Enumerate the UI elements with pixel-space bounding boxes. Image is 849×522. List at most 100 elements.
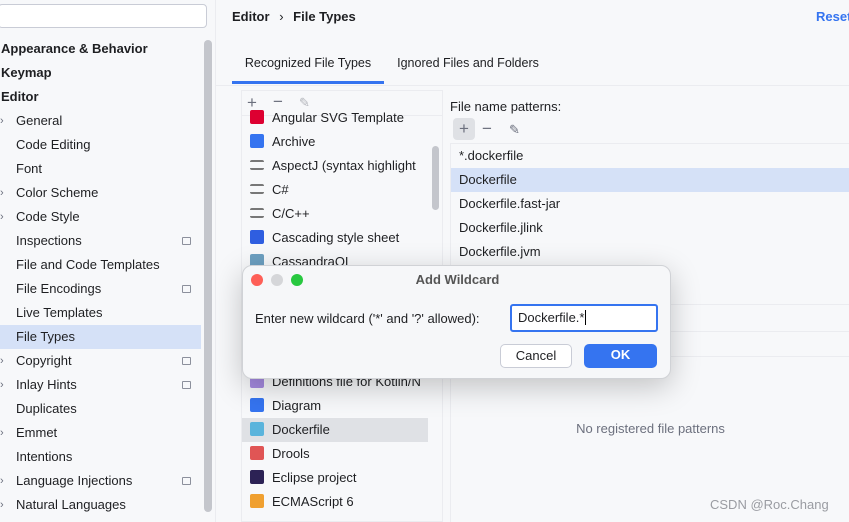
drools-icon xyxy=(250,446,264,460)
pattern-item[interactable]: Dockerfile.fast-jar xyxy=(451,192,849,216)
file-type-label: Archive xyxy=(272,134,316,149)
file-type-item[interactable]: Dockerfile xyxy=(242,418,428,442)
chevron-right-icon[interactable]: › xyxy=(0,349,4,373)
text-icon xyxy=(250,160,264,170)
docker-icon xyxy=(250,422,264,436)
divider xyxy=(215,0,216,522)
sidebar-item-appearance-behavior[interactable]: Appearance & Behavior xyxy=(0,37,201,61)
file-type-item[interactable]: C# xyxy=(242,178,428,202)
file-type-item[interactable]: Eclipse project xyxy=(242,466,428,490)
file-type-label: Angular SVG Template xyxy=(272,110,404,125)
text-icon xyxy=(250,184,264,194)
sidebar-item-keymap[interactable]: Keymap xyxy=(0,61,201,85)
file-type-item[interactable]: Angular SVG Template xyxy=(242,106,428,130)
file-type-label: ECMAScript 6 xyxy=(272,494,354,509)
chevron-right-icon[interactable]: › xyxy=(0,493,4,517)
sidebar-item-file-encodings[interactable]: File Encodings xyxy=(0,277,201,301)
patterns-label: File name patterns: xyxy=(450,99,562,114)
sidebar-item-label: Language Injections xyxy=(16,473,133,488)
file-type-item[interactable]: ECMAScript 6 xyxy=(242,490,428,514)
sidebar-item-file-types[interactable]: File Types xyxy=(0,325,201,349)
sidebar-item-file-and-code-templates[interactable]: File and Code Templates xyxy=(0,253,201,277)
edit-pattern-icon[interactable]: ✎ xyxy=(509,121,520,139)
text-cursor xyxy=(585,310,587,325)
reset-link[interactable]: Reset xyxy=(816,9,849,24)
file-types-scrollbar[interactable] xyxy=(432,146,439,210)
archive-icon xyxy=(250,134,264,148)
sidebar-item-label: Emmet xyxy=(16,425,58,440)
add-wildcard-dialog: Add Wildcard Enter new wildcard ('*' and… xyxy=(242,265,671,379)
sidebar-item-label: Inlay Hints xyxy=(16,377,77,392)
angular-icon xyxy=(250,110,264,124)
sidebar-item-label: Code Style xyxy=(16,209,80,224)
file-type-item[interactable]: Archive xyxy=(242,130,428,154)
project-scope-icon xyxy=(182,357,191,365)
sidebar-item-label: Inspections xyxy=(16,233,82,248)
chevron-right-icon[interactable]: › xyxy=(0,109,4,133)
sidebar-item-emmet[interactable]: › Emmet xyxy=(0,421,201,445)
wildcard-value: Dockerfile.* xyxy=(518,310,585,325)
sidebar-item-intentions[interactable]: Intentions xyxy=(0,445,201,469)
chevron-right-icon[interactable]: › xyxy=(0,469,4,493)
css-icon xyxy=(250,230,264,244)
breadcrumb-editor[interactable]: Editor xyxy=(232,9,270,24)
pattern-item[interactable]: Dockerfile.jlink xyxy=(451,216,849,240)
file-type-label: Cascading style sheet xyxy=(272,230,400,245)
pattern-item[interactable]: Dockerfile.jvm xyxy=(451,240,849,264)
sidebar-item-general[interactable]: › General xyxy=(0,109,201,133)
breadcrumb-separator: › xyxy=(279,9,284,24)
sidebar-item-live-templates[interactable]: Live Templates xyxy=(0,301,201,325)
sidebar-item-label: File Types xyxy=(16,329,76,344)
file-type-label: Dockerfile xyxy=(272,422,330,437)
settings-search-input[interactable] xyxy=(0,4,207,28)
file-type-label: Eclipse project xyxy=(272,470,357,485)
sidebar-item-code-editing[interactable]: Code Editing xyxy=(0,133,201,157)
text-icon xyxy=(250,208,264,218)
pattern-item[interactable]: Dockerfile xyxy=(451,168,849,192)
tab-recognized-file-types[interactable]: Recognized File Types xyxy=(232,50,384,84)
project-scope-icon xyxy=(182,285,191,293)
remove-pattern-icon[interactable]: − xyxy=(482,120,492,138)
breadcrumb: Editor › File Types xyxy=(232,9,356,24)
chevron-right-icon[interactable]: › xyxy=(0,205,4,229)
sidebar-item-editor[interactable]: Editor xyxy=(0,85,201,109)
sidebar-item-copyright[interactable]: › Copyright xyxy=(0,349,201,373)
sidebar-item-label: Font xyxy=(16,161,43,176)
sidebar-item-label: Duplicates xyxy=(16,401,77,416)
sidebar-item-code-style[interactable]: › Code Style xyxy=(0,205,201,229)
sidebar-item-label: File Encodings xyxy=(16,281,102,296)
divider xyxy=(216,85,849,86)
file-type-item[interactable]: Cascading style sheet xyxy=(242,226,428,250)
chevron-right-icon[interactable]: › xyxy=(0,373,4,397)
project-scope-icon xyxy=(182,237,191,245)
wildcard-input[interactable]: Dockerfile.* xyxy=(510,304,658,332)
sidebar-item-inlay-hints[interactable]: › Inlay Hints xyxy=(0,373,201,397)
watermark: CSDN @Roc.Chang xyxy=(710,497,829,512)
chevron-right-icon[interactable]: › xyxy=(0,181,4,205)
add-pattern-icon[interactable]: + xyxy=(453,118,475,140)
sidebar-item-language-injections[interactable]: › Language Injections xyxy=(0,469,201,493)
cancel-button[interactable]: Cancel xyxy=(500,344,572,368)
tab-ignored-files[interactable]: Ignored Files and Folders xyxy=(390,50,546,84)
file-type-item[interactable]: Drools xyxy=(242,442,428,466)
sidebar-item-label: Live Templates xyxy=(16,305,103,320)
sidebar-item-label: Color Scheme xyxy=(16,185,99,200)
sidebar-item-label: Intentions xyxy=(16,449,73,464)
file-type-item[interactable]: C/C++ xyxy=(242,202,428,226)
sidebar-item-duplicates[interactable]: Duplicates xyxy=(0,397,201,421)
sidebar-item-font[interactable]: Font xyxy=(0,157,201,181)
chevron-right-icon[interactable]: › xyxy=(0,421,4,445)
file-type-item[interactable]: AspectJ (syntax highlight xyxy=(242,154,428,178)
sidebar-item-label: Code Editing xyxy=(16,137,91,152)
sidebar-item-label: Editor xyxy=(1,89,39,104)
file-type-label: Drools xyxy=(272,446,310,461)
ok-button[interactable]: OK xyxy=(584,344,657,368)
file-type-label: AspectJ (syntax highlight xyxy=(272,158,416,173)
sidebar-scrollbar[interactable] xyxy=(204,40,212,512)
sidebar-item-inspections[interactable]: Inspections xyxy=(0,229,201,253)
diagram-icon xyxy=(250,398,264,412)
sidebar-item-color-scheme[interactable]: › Color Scheme xyxy=(0,181,201,205)
pattern-item[interactable]: *.dockerfile xyxy=(451,144,849,168)
sidebar-item-natural-languages[interactable]: › Natural Languages xyxy=(0,493,201,517)
file-type-item[interactable]: Diagram xyxy=(242,394,428,418)
